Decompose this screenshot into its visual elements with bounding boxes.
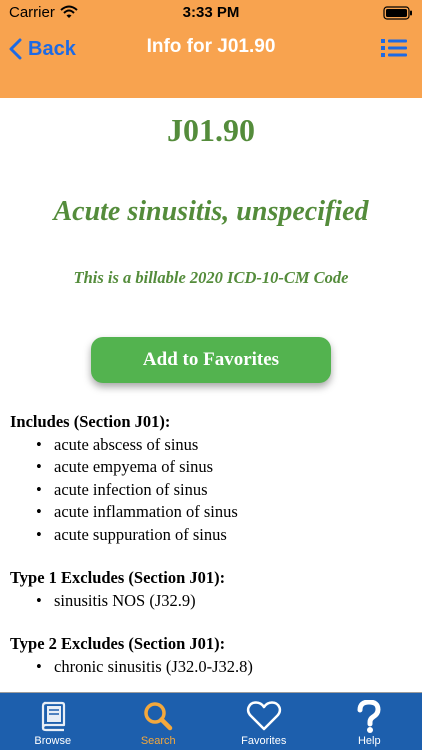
list-menu-icon[interactable] [381, 37, 407, 59]
search-icon [144, 702, 173, 731]
page-title: Info for J01.90 [146, 36, 276, 57]
type2-excludes-section: Type 2 Excludes (Section J01): chronic s… [10, 633, 412, 678]
list-item: acute suppuration of sinus [10, 524, 412, 547]
code-title: J01.90 [167, 112, 255, 148]
tab-search[interactable]: Search [106, 693, 212, 750]
tab-bar: Browse Search Favorites Help [0, 693, 422, 750]
list-item: acute inflammation of sinus [10, 501, 412, 524]
nav-bar: Back Info for J01.90 [0, 26, 422, 98]
list-item: chronic sinusitis (J32.0-J32.8) [10, 656, 412, 679]
header: Carrier 3:33 PM Back Info for J01.90 [0, 0, 422, 98]
type1-excludes-section: Type 1 Excludes (Section J01): sinusitis… [10, 567, 412, 612]
status-bar: Carrier 3:33 PM [0, 0, 422, 26]
code-description: Acute sinusitis, unspecified [53, 196, 369, 227]
list-item: sinusitis NOS (J32.9) [10, 590, 412, 613]
section-title: Includes (Section J01): [10, 412, 171, 431]
status-time: 3:33 PM [182, 4, 240, 21]
add-to-favorites-button[interactable]: Add to Favorites [91, 337, 331, 383]
list-item: acute infection of sinus [10, 479, 412, 502]
question-icon [357, 700, 381, 733]
book-icon [41, 701, 65, 732]
billable-note: This is a billable 2020 ICD-10-CM Code [73, 268, 349, 287]
tab-favorites[interactable]: Favorites [211, 693, 317, 750]
notes-list: Includes (Section J01): acute abscess of… [10, 411, 412, 699]
tab-browse[interactable]: Browse [0, 693, 106, 750]
tab-label: Search [140, 735, 176, 747]
section-title: Type 2 Excludes (Section J01): [10, 634, 226, 653]
tab-label: Favorites [241, 735, 287, 747]
battery-icon [383, 6, 412, 20]
list-item: acute empyema of sinus [10, 456, 412, 479]
tab-label: Browse [34, 735, 72, 747]
tab-label: Help [357, 735, 381, 747]
heart-icon [246, 701, 281, 731]
section-title: Type 1 Excludes (Section J01): [10, 568, 226, 587]
content-area: J01.90 Acute sinusitis, unspecified This… [0, 98, 422, 718]
list-item: acute abscess of sinus [10, 434, 412, 457]
tab-help[interactable]: Help [317, 693, 422, 750]
includes-section: Includes (Section J01): acute abscess of… [10, 411, 412, 546]
